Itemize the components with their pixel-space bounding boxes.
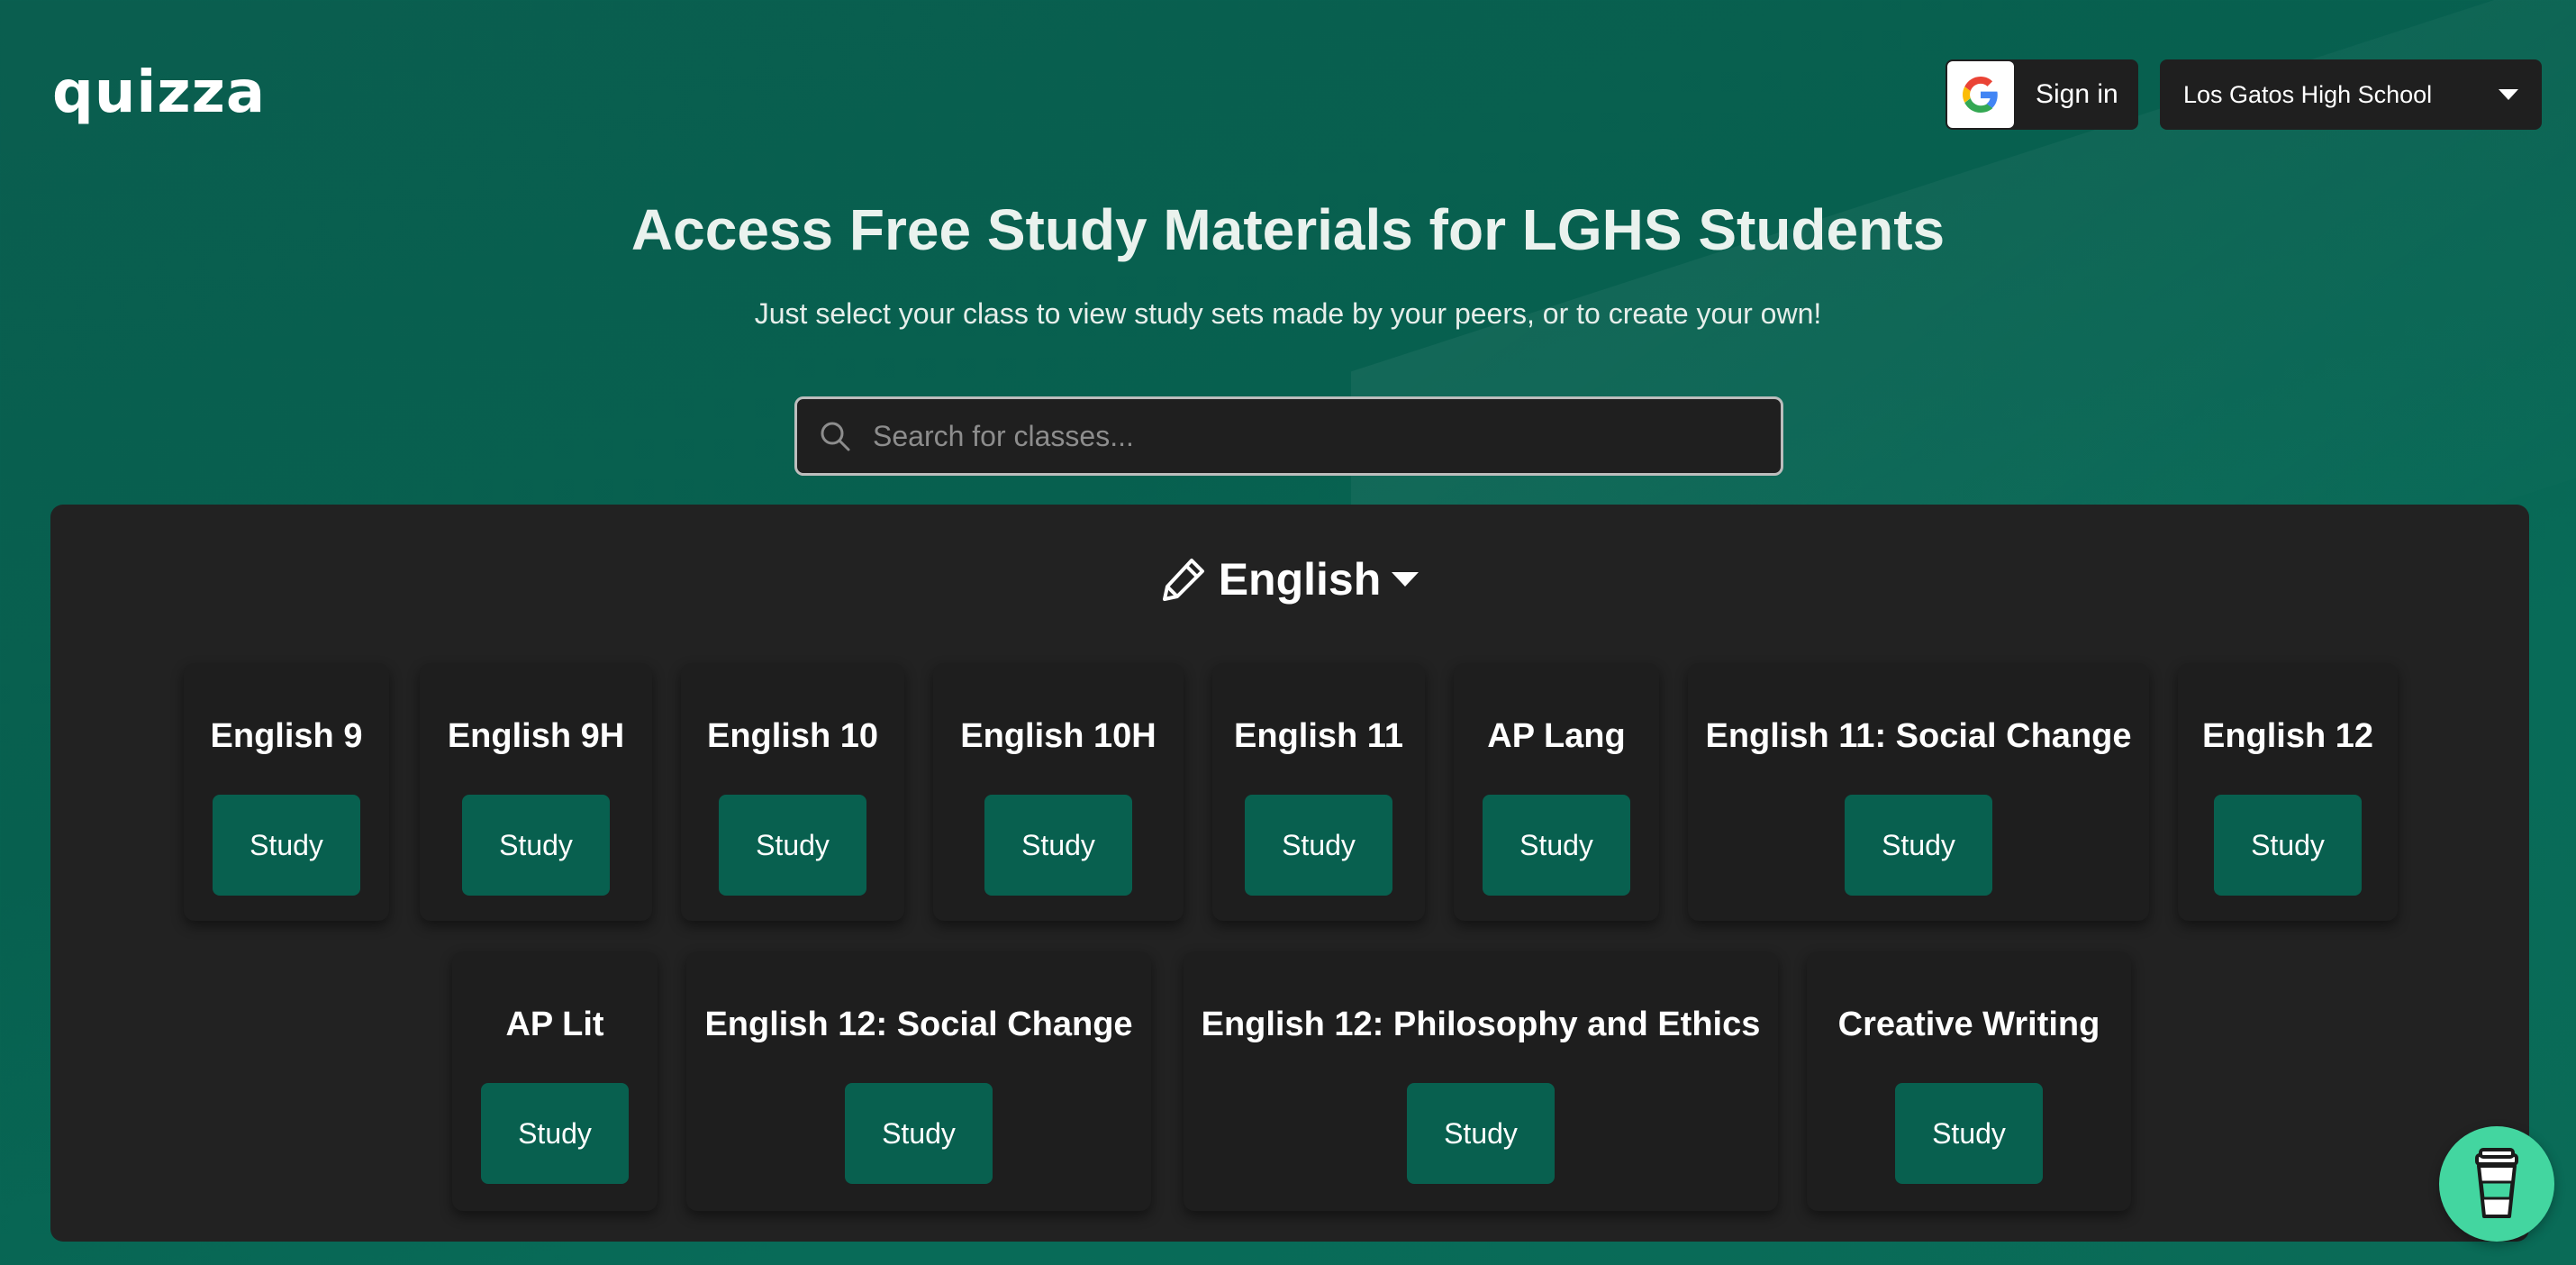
study-button[interactable]: Study	[719, 795, 866, 896]
class-card-title: English 11: Social Change	[1705, 717, 2132, 755]
pencil-icon	[1162, 559, 1204, 601]
class-card: English 11: Social Change Study	[1688, 663, 2149, 921]
class-card: English 12: Philosophy and Ethics Study	[1184, 951, 1778, 1211]
class-card: English 12 Study	[2178, 663, 2398, 921]
search-icon	[821, 422, 850, 451]
buy-me-a-coffee-button[interactable]	[2439, 1126, 2554, 1242]
subject-title: English	[1218, 554, 1382, 605]
class-card-title: English 12: Social Change	[704, 1006, 1133, 1043]
class-card: English 9H Study	[420, 663, 652, 921]
school-select[interactable]: Los Gatos High School	[2160, 59, 2542, 130]
class-card: English 12: Social Change Study	[686, 951, 1151, 1211]
study-button[interactable]: Study	[984, 795, 1132, 896]
study-button[interactable]: Study	[1895, 1083, 2043, 1184]
class-card-title: AP Lang	[1487, 717, 1626, 755]
class-card-title: Creative Writing	[1837, 1006, 2100, 1043]
study-button[interactable]: Study	[462, 795, 610, 896]
subject-selector[interactable]: English	[50, 553, 2529, 605]
study-button[interactable]: Study	[2214, 795, 2362, 896]
signin-label: Sign in	[2036, 79, 2118, 109]
class-card: English 10 Study	[681, 663, 904, 921]
google-signin-button[interactable]: Sign in	[1946, 59, 2138, 130]
study-button[interactable]: Study	[1245, 795, 1392, 896]
page-title: Access Free Study Materials for LGHS Stu…	[630, 197, 1946, 262]
class-card: English 10H Study	[933, 663, 1184, 921]
chevron-down-icon	[1392, 572, 1420, 587]
chevron-down-icon	[2499, 89, 2518, 100]
study-button[interactable]: Study	[481, 1083, 629, 1184]
google-icon	[1947, 61, 2014, 128]
coffee-cup-icon	[2475, 1148, 2518, 1218]
class-card-title: English 10	[706, 717, 879, 755]
class-card: Creative Writing Study	[1807, 951, 2131, 1211]
study-button[interactable]: Study	[845, 1083, 993, 1184]
class-search[interactable]	[794, 396, 1783, 476]
class-card-title: English 9	[210, 717, 363, 755]
class-card-title: English 9H	[447, 717, 625, 755]
class-card-title: English 11	[1234, 717, 1403, 755]
school-select-value: Los Gatos High School	[2183, 80, 2433, 108]
study-button[interactable]: Study	[213, 795, 360, 896]
quizza-logo[interactable]: quizza	[52, 59, 266, 126]
study-button[interactable]: Study	[1483, 795, 1630, 896]
class-card-title: English 10H	[960, 717, 1156, 755]
class-card-title: English 12	[2201, 717, 2374, 755]
class-card-title: AP Lit	[505, 1006, 604, 1043]
class-card-title: English 12: Philosophy and Ethics	[1201, 1006, 1761, 1043]
study-button[interactable]: Study	[1407, 1083, 1555, 1184]
class-card: English 9 Study	[184, 663, 389, 921]
search-input[interactable]	[871, 418, 1781, 454]
subject-panel: English English 9 Study English 9H Study…	[50, 505, 2529, 1242]
class-card: AP Lit Study	[452, 951, 658, 1211]
class-card: AP Lang Study	[1454, 663, 1659, 921]
page-subtitle: Just select your class to view study set…	[754, 297, 1822, 330]
class-card: English 11 Study	[1212, 663, 1425, 921]
study-button[interactable]: Study	[1845, 795, 1992, 896]
